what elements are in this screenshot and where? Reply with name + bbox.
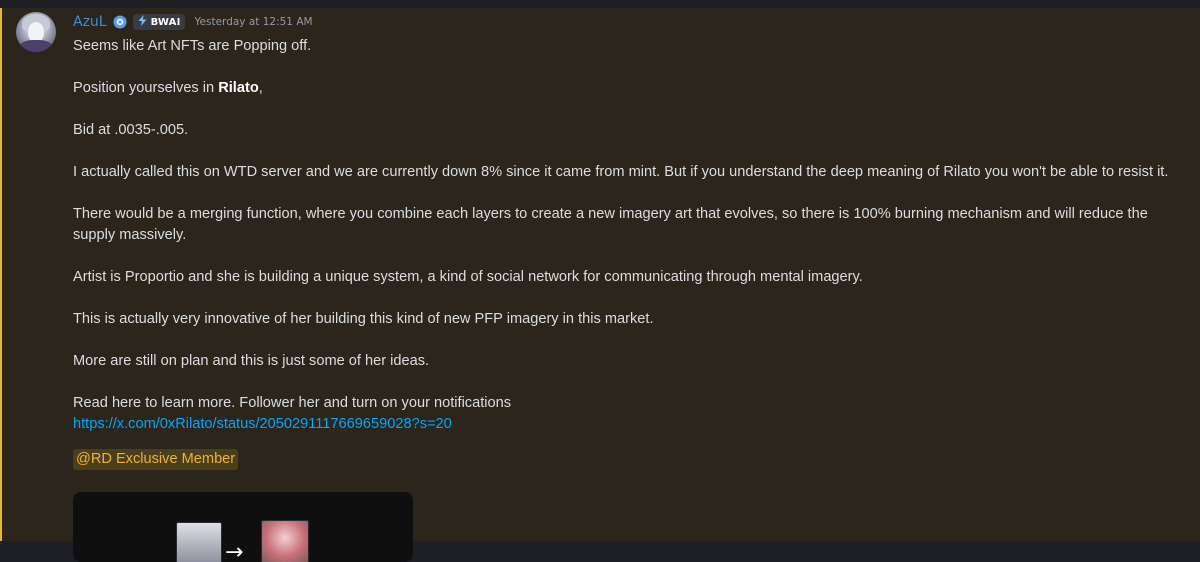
guild-tag[interactable]: BWAI (132, 14, 185, 30)
avatar-body (20, 40, 52, 52)
message-content: Seems like Art NFTs are Popping off. Pos… (73, 36, 1193, 470)
message-line: I actually called this on WTD server and… (73, 164, 1169, 180)
avatar-face (28, 22, 44, 42)
message-line: This is actually very innovative of her … (73, 311, 654, 327)
verified-badge-icon[interactable] (113, 15, 127, 29)
message-line: Artist is Proportio and she is building … (73, 269, 863, 285)
embed-image-right (261, 520, 309, 562)
text-segment: Position yourselves in (73, 80, 219, 96)
lightning-icon (137, 15, 148, 29)
message-line: There would be a merging function, where… (73, 206, 1148, 243)
top-bar (0, 0, 1200, 8)
timestamp[interactable]: Yesterday at 12:51 AM (195, 16, 313, 28)
role-mention[interactable]: @RD Exclusive Member (73, 449, 239, 470)
message-line: More are still on plan and this is just … (73, 353, 430, 369)
mention-line: @RD Exclusive Member (73, 435, 1193, 470)
guild-tag-label: BWAI (150, 16, 181, 28)
message-line: Bid at .0035-.005. (73, 122, 189, 138)
avatar[interactable] (16, 12, 56, 52)
author-name[interactable]: AzuL (73, 14, 107, 30)
message-line: Read here to learn more. Follower her an… (73, 395, 512, 411)
arrow-right-icon: → (225, 540, 244, 562)
message-header: AzuL BWAI Yesterday at 12:51 AM (73, 13, 313, 31)
text-segment: , (258, 80, 263, 96)
link-line: https://x.com/0xRilato/status/2050291117… (73, 414, 1193, 435)
message-line: Position yourselves in Rilato, (73, 78, 1193, 99)
message-line: Seems like Art NFTs are Popping off. (73, 38, 312, 54)
tweet-link[interactable]: https://x.com/0xRilato/status/2050291117… (73, 416, 452, 432)
chat-message: AzuL BWAI Yesterday at 12:51 AM Seems li… (0, 8, 1200, 562)
bold-text: Rilato (218, 80, 259, 96)
image-embed[interactable]: → (73, 492, 413, 562)
embed-image-left (176, 522, 222, 562)
